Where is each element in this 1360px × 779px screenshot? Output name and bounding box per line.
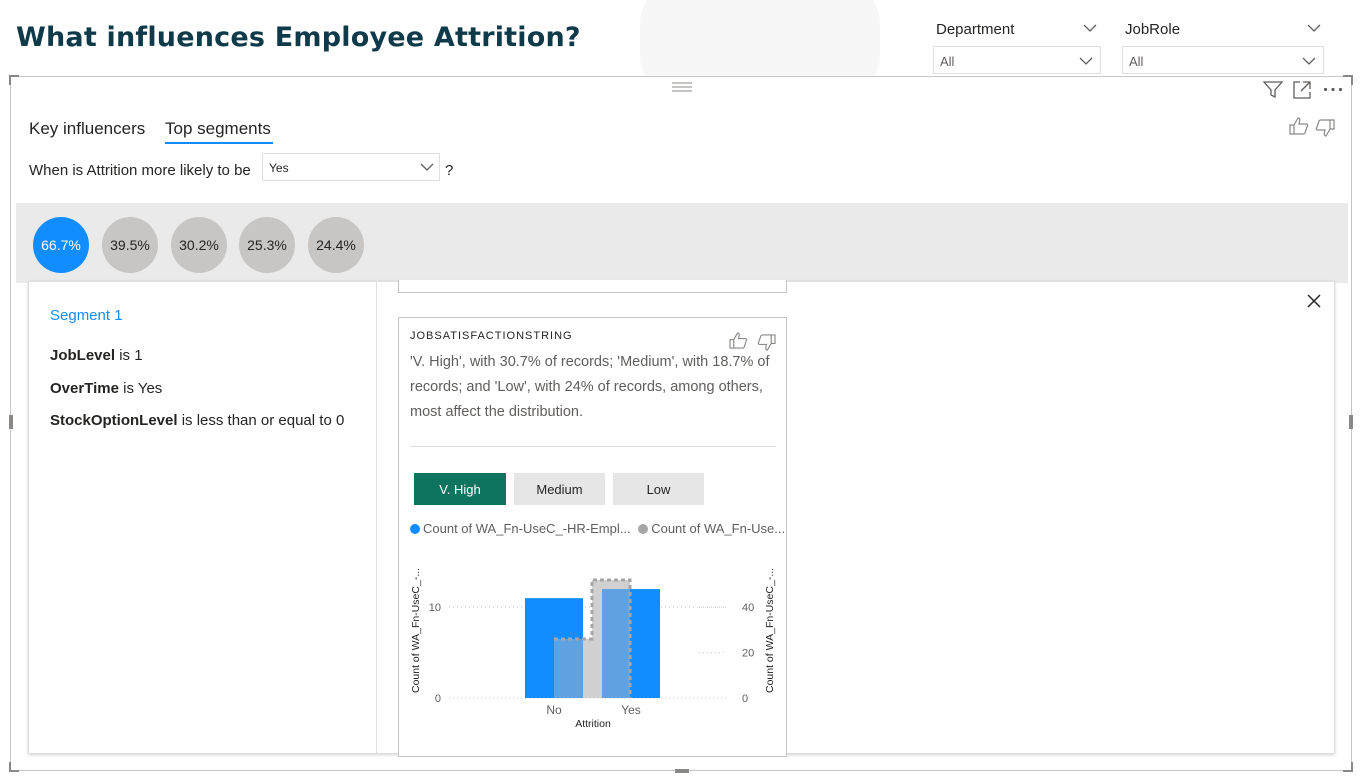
y-axis-label-left: Count of WA_Fn-UseC_-... [410, 568, 422, 693]
attrition-value-dropdown[interactable]: Yes [262, 153, 440, 181]
segment-condition-2: OverTime is Yes [50, 380, 162, 397]
segment-bubble-3[interactable]: 30.2% [171, 217, 227, 273]
bar-series-2-overlay [554, 639, 592, 698]
department-slicer: Department All [933, 18, 1101, 74]
chart-legend: Count of WA_Fn-UseC_-HR-Empl... Count of… [410, 521, 785, 536]
jobrole-slicer: JobRole All [1122, 18, 1324, 74]
y-tick-label-right: 0 [742, 693, 748, 705]
condition-rest: is Yes [118, 380, 163, 397]
filter-button-medium[interactable]: Medium [514, 473, 605, 505]
legend-label-series-1: Count of WA_Fn-UseC_-HR-Empl... [423, 521, 631, 536]
y-axis-label-right: Count of WA_Fn-UseC_-... [764, 568, 776, 693]
question-prefix: When is Attrition more likely to be [29, 162, 251, 179]
segment-bubble-5[interactable]: 24.4% [308, 217, 364, 273]
chevron-down-icon [1302, 57, 1316, 65]
segment-bubble-1[interactable]: 66.7% [33, 217, 89, 273]
resize-corner-bottom-left[interactable] [9, 762, 19, 772]
resize-handle-right[interactable] [1349, 415, 1353, 429]
segment-condition-3: StockOptionLevel is less than or equal t… [50, 412, 344, 429]
filter-icon[interactable] [1263, 81, 1283, 99]
jobrole-slicer-label: JobRole [1125, 21, 1181, 38]
jobrole-dropdown-value: All [1129, 54, 1144, 69]
chevron-down-icon[interactable] [1307, 24, 1321, 33]
segment-detail-panel: Segment 1 JobLevel is 1 OverTime is Yes … [28, 280, 1335, 757]
condition-field: OverTime [50, 380, 119, 397]
question-suffix: ? [445, 162, 454, 179]
legend-dot-series-1 [410, 524, 420, 534]
y-tick-label-left: 10 [429, 602, 441, 614]
tab-top-segments[interactable]: Top segments [165, 119, 271, 139]
chevron-down-icon[interactable] [1083, 24, 1097, 33]
close-icon[interactable] [1307, 294, 1321, 308]
focus-mode-icon[interactable] [1293, 81, 1311, 99]
thumbs-down-icon[interactable] [1315, 119, 1335, 137]
bar-series-2-overlay [592, 580, 630, 698]
tab-key-influencers[interactable]: Key influencers [29, 119, 145, 139]
card-description: 'V. High', with 30.7% of records; 'Mediu… [410, 354, 770, 420]
chevron-down-icon [420, 163, 434, 171]
x-axis-label: Attrition [575, 718, 611, 728]
page-title: What influences Employee Attrition? [16, 22, 581, 53]
resize-corner-top-left[interactable] [9, 75, 19, 85]
segment-condition-1: JobLevel is 1 [50, 347, 143, 364]
card-divider [410, 446, 776, 447]
condition-field: StockOptionLevel [50, 412, 178, 429]
legend-label-series-2: Count of WA_Fn-Use... [651, 521, 786, 536]
previous-card [398, 280, 787, 293]
segment-bubble-4[interactable]: 25.3% [239, 217, 295, 273]
attrition-value-dropdown-value: Yes [269, 161, 289, 175]
thumbs-up-icon[interactable] [729, 332, 748, 349]
tab-active-indicator [165, 142, 273, 144]
jobrole-dropdown[interactable]: All [1122, 46, 1324, 74]
segment-bubble-2[interactable]: 39.5% [102, 217, 158, 273]
department-slicer-label: Department [936, 21, 1015, 38]
x-tick-label: No [546, 703, 562, 717]
y-tick-label-right: 20 [742, 648, 754, 660]
resize-handle-left[interactable] [9, 415, 13, 429]
drag-handle-icon[interactable] [671, 80, 693, 92]
panel-divider [376, 282, 377, 754]
segment-title: Segment 1 [50, 307, 123, 324]
x-tick-label: Yes [621, 703, 641, 717]
y-tick-label-left: 0 [435, 693, 441, 705]
thumbs-up-icon[interactable] [1289, 117, 1309, 135]
jobsatisfaction-card: JOBSATISFACTIONSTRING 'V. High', with 30… [398, 317, 787, 757]
y-tick-label-right: 40 [742, 602, 754, 614]
card-header: JOBSATISFACTIONSTRING [410, 330, 573, 342]
resize-corner-bottom-right[interactable] [1343, 762, 1353, 772]
department-dropdown[interactable]: All [933, 46, 1101, 74]
department-dropdown-value: All [940, 54, 955, 69]
filter-button-low[interactable]: Low [613, 473, 704, 505]
attrition-chart: Count of WA_Fn-UseC_-... Count of WA_Fn-… [410, 568, 776, 728]
condition-rest: is less than or equal to 0 [177, 412, 345, 429]
condition-rest: is 1 [115, 347, 143, 364]
resize-corner-top-right[interactable] [1343, 75, 1353, 85]
filter-button-v-high[interactable]: V. High [414, 473, 506, 505]
more-options-icon[interactable] [1323, 87, 1343, 92]
legend-dot-series-2 [638, 524, 649, 534]
thumbs-down-icon[interactable] [757, 334, 776, 351]
segment-bubble-strip: 66.7% 39.5% 30.2% 25.3% 24.4% [16, 203, 1348, 283]
resize-handle-bottom[interactable] [675, 769, 689, 773]
condition-field: JobLevel [50, 347, 116, 364]
chevron-down-icon [1079, 57, 1093, 65]
